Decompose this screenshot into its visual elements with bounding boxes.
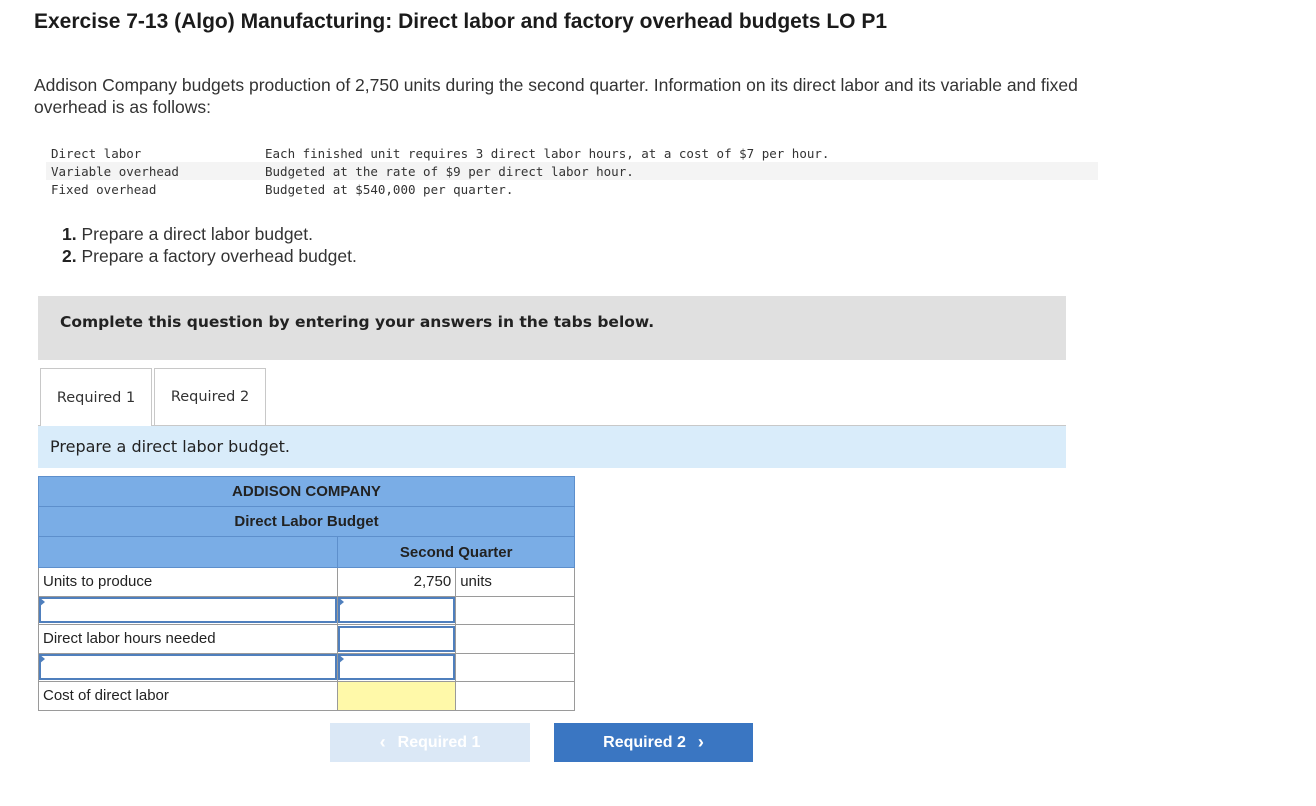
chevron-left-icon: ‹ bbox=[379, 732, 386, 752]
empty-cell bbox=[455, 652, 575, 682]
previous-button-label: Required 1 bbox=[397, 733, 481, 751]
chevron-right-icon: › bbox=[697, 732, 704, 752]
next-required-button[interactable]: Required 2 › bbox=[554, 723, 753, 762]
units-to-produce-value: 2,750 bbox=[337, 567, 457, 597]
cost-of-direct-labor-label: Cost of direct labor bbox=[37, 681, 339, 711]
table-row: Cost of direct labor bbox=[37, 681, 575, 711]
empty-cell bbox=[455, 681, 575, 711]
units-to-produce-label: Units to produce bbox=[37, 567, 339, 597]
budget-title: Direct Labor Budget bbox=[38, 506, 575, 537]
info-row: Fixed overhead Budgeted at $540,000 per … bbox=[46, 180, 1098, 198]
info-label: Variable overhead bbox=[46, 162, 260, 180]
empty-cell bbox=[455, 595, 575, 625]
empty-cell bbox=[455, 624, 575, 654]
company-header-row: ADDISON COMPANY bbox=[38, 476, 575, 507]
value-input-2[interactable] bbox=[338, 654, 456, 681]
requirements-list: 1. Prepare a direct labor budget. 2. Pre… bbox=[62, 223, 357, 267]
label-input-cell bbox=[37, 595, 339, 625]
value-input-1[interactable] bbox=[338, 597, 456, 624]
dropdown-marker-icon bbox=[39, 653, 45, 664]
row-label-input-2[interactable] bbox=[39, 654, 338, 681]
dropdown-marker-icon bbox=[39, 596, 45, 607]
direct-labor-hours-label: Direct labor hours needed bbox=[37, 624, 339, 654]
info-text: Budgeted at the rate of $9 per direct la… bbox=[260, 162, 1098, 180]
info-label: Direct labor bbox=[51, 145, 142, 161]
requirement-item: 2. Prepare a factory overhead budget. bbox=[62, 245, 357, 267]
tab-required-2[interactable]: Required 2 bbox=[154, 368, 266, 426]
requirement-item: 1. Prepare a direct labor budget. bbox=[62, 223, 357, 245]
second-quarter-header: Second Quarter bbox=[337, 536, 575, 568]
info-row: Direct labor Each finished unit requires… bbox=[46, 144, 1098, 162]
info-text: Budgeted at $540,000 per quarter. bbox=[265, 181, 514, 197]
dropdown-marker-icon bbox=[338, 596, 345, 607]
requirement-number: 2. bbox=[62, 246, 77, 266]
cost-of-direct-labor-value[interactable] bbox=[337, 681, 457, 711]
tab-bar: Required 1 Required 2 bbox=[38, 368, 1066, 427]
value-input-cell bbox=[337, 595, 457, 625]
value-input-cell bbox=[337, 624, 457, 654]
tab-instruction: Prepare a direct labor budget. bbox=[38, 426, 1066, 468]
column-header-row: Second Quarter bbox=[37, 536, 575, 568]
table-row: Units to produce 2,750 units bbox=[37, 567, 575, 597]
units-unit-label: units bbox=[455, 567, 575, 597]
dropdown-marker-icon bbox=[338, 653, 345, 664]
info-label: Fixed overhead bbox=[51, 181, 157, 197]
info-text: Each finished unit requires 3 direct lab… bbox=[265, 145, 830, 161]
table-row bbox=[37, 652, 575, 682]
exercise-title: Exercise 7-13 (Algo) Manufacturing: Dire… bbox=[34, 10, 888, 33]
tab-required-1[interactable]: Required 1 bbox=[40, 368, 152, 427]
value-input-cell bbox=[337, 652, 457, 682]
info-table: Direct labor Each finished unit requires… bbox=[46, 144, 1098, 198]
table-row bbox=[37, 595, 575, 625]
previous-required-button: ‹ Required 1 bbox=[330, 723, 530, 762]
info-row: Variable overhead Budgeted at the rate o… bbox=[46, 162, 1098, 180]
next-button-label: Required 2 bbox=[603, 733, 686, 751]
label-input-cell bbox=[37, 652, 339, 682]
hours-needed-input[interactable] bbox=[338, 625, 456, 652]
intro-text: Addison Company budgets production of 2,… bbox=[34, 75, 1078, 117]
row-label-input-1[interactable] bbox=[39, 597, 338, 624]
direct-labor-budget-table: ADDISON COMPANY Direct Labor Budget Seco… bbox=[37, 476, 575, 711]
requirement-number: 1. bbox=[62, 224, 77, 244]
blank-header-cell bbox=[37, 536, 339, 568]
requirement-text: Prepare a factory overhead budget. bbox=[81, 246, 357, 266]
requirement-text: Prepare a direct labor budget. bbox=[81, 224, 314, 244]
table-row: Direct labor hours needed bbox=[37, 624, 575, 654]
instructions-banner: Complete this question by entering your … bbox=[38, 296, 1066, 360]
budget-title-row: Direct Labor Budget bbox=[38, 506, 575, 537]
company-name: ADDISON COMPANY bbox=[38, 476, 575, 507]
